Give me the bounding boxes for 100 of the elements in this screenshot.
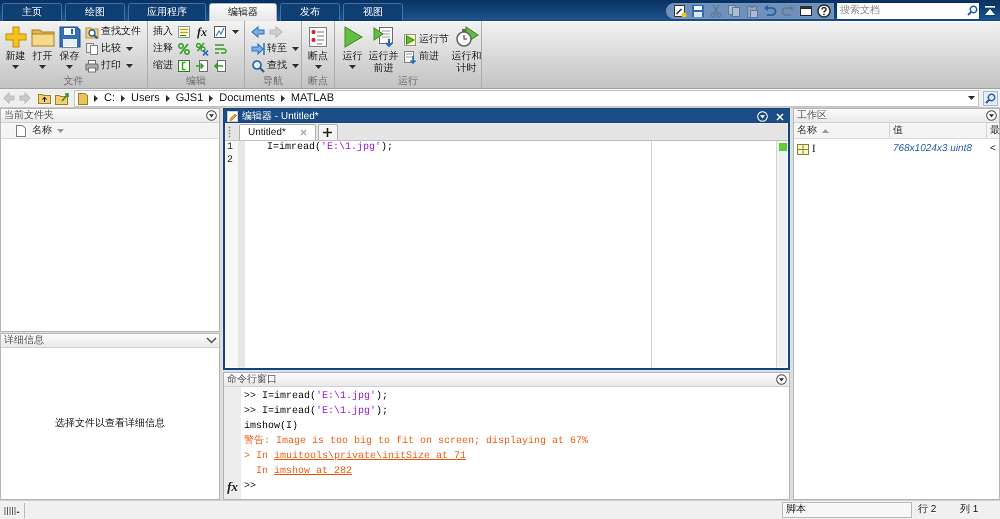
search-button[interactable] — [983, 90, 998, 106]
indent-icon[interactable] — [195, 58, 209, 72]
go-to-button[interactable]: 转至 — [251, 40, 299, 57]
run-section-button[interactable]: 运行节 — [403, 32, 449, 48]
chevron-icon[interactable] — [206, 337, 217, 344]
path-segment[interactable]: Users — [131, 92, 160, 104]
folder-up-icon[interactable] — [38, 92, 51, 104]
column-header[interactable]: 值 — [893, 124, 903, 136]
panel-title: 详细信息 — [4, 334, 44, 346]
square-indicator-icon — [778, 143, 786, 151]
run-button[interactable]: 运行 — [339, 21, 366, 76]
printer-icon — [85, 58, 99, 72]
panel-title: 当前文件夹 — [4, 110, 54, 122]
warning-text: > In — [244, 450, 270, 464]
column-header[interactable]: 名称 — [32, 124, 64, 136]
toolstrip-row-label: 缩进 — [153, 60, 173, 72]
collapse-icon[interactable] — [985, 6, 995, 15]
outdent-icon[interactable] — [213, 58, 227, 72]
placeholder-message: 选择文件以查看详细信息 — [55, 418, 165, 430]
ribbon-tab[interactable]: 绘图 — [65, 3, 125, 21]
path-segment[interactable]: C: — [104, 92, 115, 104]
run-and-advance-button[interactable]: 运行并前进 — [368, 21, 399, 76]
command-prompt: >> — [244, 405, 256, 419]
status-column: 列 1 — [960, 504, 996, 516]
circled-caret-icon[interactable] — [776, 374, 787, 385]
new-button[interactable]: 新建 — [2, 21, 29, 76]
ribbon-tab[interactable]: 发布 — [280, 3, 340, 21]
panel-title: 编辑器 - Untitled* — [242, 110, 319, 122]
documents-icon — [85, 42, 99, 56]
circled-caret-icon[interactable] — [986, 110, 997, 121]
breakpoint-list-icon — [306, 25, 330, 49]
variable-grid-icon — [797, 144, 809, 154]
stopwatch-play-icon — [454, 25, 478, 49]
play-document-icon — [372, 25, 396, 49]
toolbar-toggle-icon[interactable] — [4, 506, 20, 514]
table-cell: 768x1024x3 uint8 — [893, 143, 972, 155]
table-cell: I — [812, 143, 816, 155]
folder-arrow-icon[interactable] — [55, 92, 70, 104]
help-icon[interactable] — [817, 4, 831, 18]
wrap-lines-icon[interactable] — [213, 42, 227, 56]
ribbon-tab[interactable]: 编辑器 — [209, 3, 277, 21]
ribbon-tab[interactable]: 应用程序 — [128, 3, 206, 21]
grip-icon[interactable] — [228, 126, 231, 138]
column-header[interactable]: 名称 — [797, 124, 829, 136]
play-section-icon — [403, 33, 417, 47]
command-prompt: >> — [244, 480, 256, 494]
percent-icon[interactable] — [177, 42, 191, 56]
warning-text: 警告: Image is too big to fit on screen; displaying at 67% — [244, 434, 588, 449]
print-button[interactable]: 打印 — [85, 57, 141, 74]
compare-button[interactable]: 比较 — [85, 40, 141, 57]
advance-button[interactable]: 前进 — [403, 48, 449, 66]
address-field[interactable]: C: Users GJS1 Documents MATLAB — [74, 90, 979, 106]
breadcrumb-arrow-icon — [94, 94, 98, 102]
plus-icon — [4, 25, 28, 49]
new-tab-button[interactable] — [318, 124, 338, 140]
group-label: 文件 — [64, 76, 84, 88]
function-button[interactable]: fx — [195, 24, 209, 38]
caret-icon[interactable] — [968, 96, 975, 100]
find-files-button[interactable]: 查找文件 — [85, 23, 141, 40]
bracket-icon[interactable] — [177, 58, 191, 72]
editor-tab[interactable]: Untitled* — [239, 124, 316, 140]
line-number: 2 — [227, 155, 234, 166]
command-text: imshow(I) — [244, 420, 298, 434]
ribbon-tab[interactable]: 主页 — [2, 3, 62, 21]
folder-icon — [78, 92, 88, 104]
path-segment[interactable]: MATLAB — [290, 92, 334, 104]
circled-caret-icon[interactable] — [206, 110, 217, 121]
group-label: 编辑 — [186, 76, 206, 88]
save-button[interactable]: 保存 — [56, 21, 83, 76]
code-line: I=imread('E:\1.jpg'); — [267, 142, 394, 153]
panel-title: 命令行窗口 — [227, 374, 277, 386]
breadcrumb-arrow-icon — [121, 94, 125, 102]
search-field[interactable]: 搜索文档 — [837, 2, 966, 18]
path-segment[interactable]: GJS1 — [176, 92, 204, 104]
find-button[interactable]: 查找 — [251, 57, 299, 74]
breadcrumb-arrow-icon — [209, 94, 214, 102]
folder-search-icon — [85, 24, 99, 38]
breakpoints-button[interactable]: 断点 — [304, 21, 332, 76]
run-and-time-button[interactable]: 运行和计时 — [451, 21, 482, 76]
goto-arrow-icon — [251, 42, 265, 56]
open-button[interactable]: 打开 — [29, 21, 56, 76]
command-text: I=imread('E:\1.jpg'); — [262, 404, 388, 419]
ribbon-tab[interactable]: 视图 — [343, 3, 403, 21]
function-browser-button[interactable]: fx — [227, 479, 238, 494]
column-header[interactable]: 最 — [990, 124, 1000, 136]
percent-cross-icon[interactable] — [195, 42, 209, 56]
document-lines-icon[interactable] — [177, 24, 191, 38]
group-label: 导航 — [263, 76, 283, 88]
warning-text: In — [256, 465, 270, 479]
toolstrip-row-label: 插入 — [153, 26, 173, 38]
new-script-icon[interactable] — [673, 4, 687, 18]
back-arrow-icon[interactable] — [251, 26, 265, 38]
status-line: 行 2 — [918, 504, 938, 516]
search-icon[interactable] — [966, 2, 979, 18]
breadcrumb-arrow-icon — [280, 94, 285, 102]
path-segment[interactable]: Documents — [219, 92, 275, 104]
toolstrip-row-label: 注释 — [153, 42, 173, 54]
panel-title: 工作区 — [797, 110, 827, 122]
chart-window-icon[interactable] — [213, 24, 227, 38]
search-icon — [985, 92, 996, 104]
